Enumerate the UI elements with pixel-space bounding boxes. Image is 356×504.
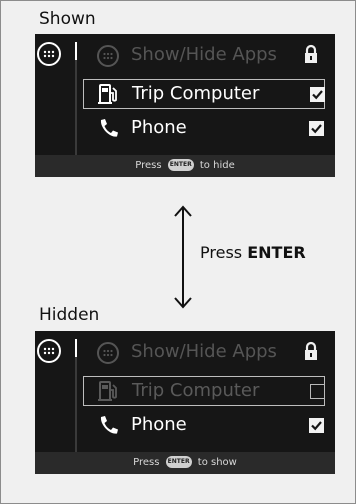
home-button[interactable] bbox=[37, 339, 61, 363]
header-title: Show/Hide Apps bbox=[131, 44, 277, 65]
check-icon bbox=[311, 421, 322, 431]
visibility-checkbox[interactable] bbox=[310, 384, 325, 399]
visibility-checkbox[interactable] bbox=[309, 418, 324, 433]
footer-hint: Press ENTER to show bbox=[35, 452, 335, 474]
footer-hint-text: Press ENTER to hide bbox=[35, 159, 335, 171]
check-icon bbox=[311, 124, 322, 134]
transition-prefix: Press bbox=[200, 243, 243, 262]
fuel-pump-icon bbox=[98, 381, 117, 401]
list-item-trip-computer[interactable]: Trip Computer bbox=[83, 79, 325, 109]
scroll-rail bbox=[75, 357, 77, 457]
home-grid-icon bbox=[43, 50, 55, 58]
header-title: Show/Hide Apps bbox=[131, 341, 277, 362]
fuel-pump-icon bbox=[98, 84, 117, 104]
footer-hint: Press ENTER to hide bbox=[35, 155, 335, 177]
footer-prefix: Press bbox=[133, 457, 160, 468]
apps-grid-icon bbox=[97, 342, 119, 364]
phone-icon bbox=[100, 119, 118, 137]
list-item-label: Trip Computer bbox=[132, 380, 260, 401]
enter-key-badge: ENTER bbox=[165, 456, 192, 468]
double-arrow-icon bbox=[174, 205, 192, 309]
footer-hint-text: Press ENTER to show bbox=[35, 456, 335, 468]
scroll-rail bbox=[75, 60, 77, 160]
apps-grid-icon bbox=[97, 45, 119, 67]
list-item-label: Phone bbox=[131, 117, 187, 138]
check-icon bbox=[312, 90, 323, 100]
lock-icon bbox=[305, 341, 317, 360]
home-button[interactable] bbox=[37, 42, 61, 66]
screen-shown: Show/Hide Apps Trip Computer Phone Press… bbox=[35, 34, 335, 177]
lock-icon bbox=[305, 44, 317, 63]
transition-key: ENTER bbox=[247, 243, 306, 262]
footer-suffix: to hide bbox=[199, 160, 235, 171]
visibility-checkbox[interactable] bbox=[310, 87, 325, 102]
list-item-trip-computer[interactable]: Trip Computer bbox=[83, 376, 325, 406]
transition-label: Press ENTER bbox=[200, 243, 306, 262]
list-item-label: Trip Computer bbox=[132, 83, 260, 104]
home-grid-icon bbox=[43, 347, 55, 355]
visibility-checkbox[interactable] bbox=[309, 121, 324, 136]
footer-prefix: Press bbox=[135, 160, 162, 171]
shown-label: Shown bbox=[39, 9, 96, 29]
enter-key-badge: ENTER bbox=[167, 159, 194, 171]
screen-hidden: Show/Hide Apps Trip Computer Phone Press… bbox=[35, 331, 335, 474]
list-item-label: Phone bbox=[131, 414, 187, 435]
phone-icon bbox=[100, 416, 118, 434]
figure-frame: Shown Show/Hide Apps Trip Computer Phone… bbox=[0, 0, 356, 504]
list-item-phone[interactable]: Phone bbox=[83, 411, 325, 441]
scroll-rail-active bbox=[75, 339, 77, 357]
list-item-phone[interactable]: Phone bbox=[83, 114, 325, 144]
hidden-label: Hidden bbox=[39, 305, 100, 325]
scroll-rail-active bbox=[75, 42, 77, 60]
footer-suffix: to show bbox=[197, 457, 237, 468]
